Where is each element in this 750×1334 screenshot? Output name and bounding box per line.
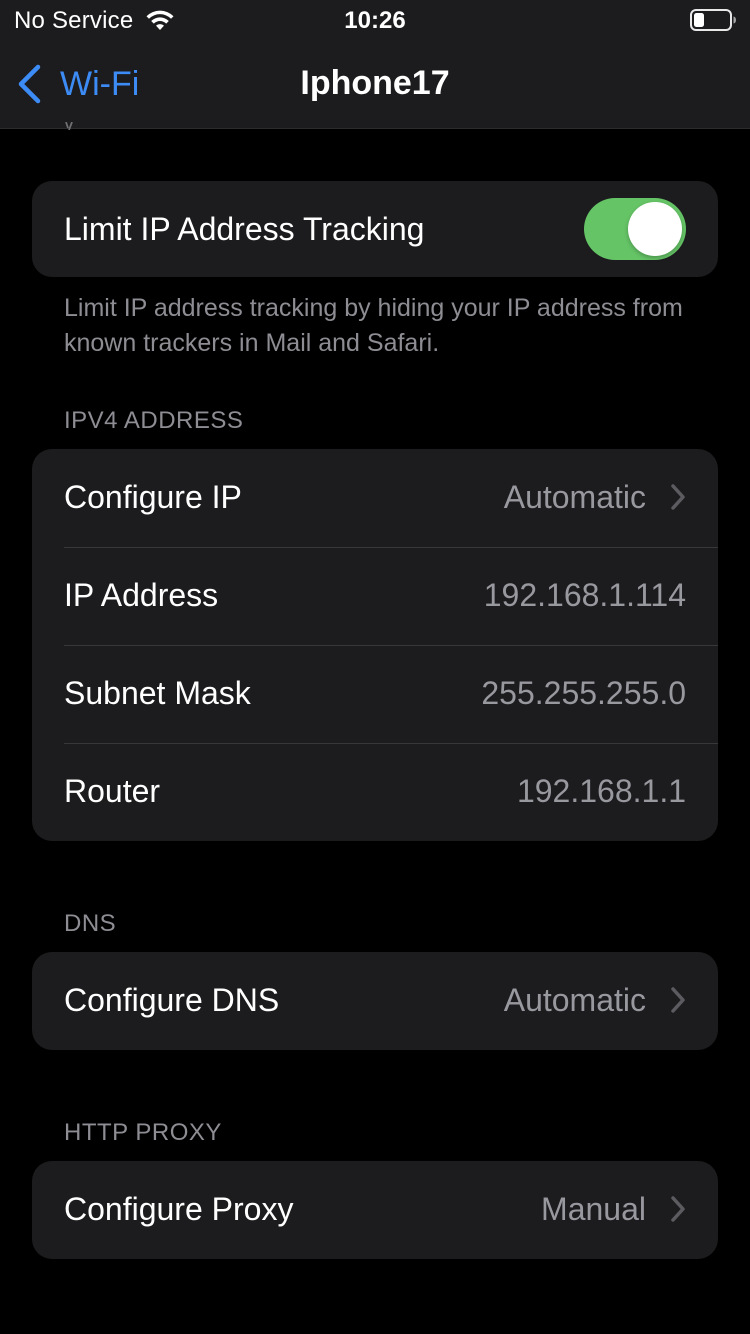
subnet-mask-value: 255.255.255.0 (481, 675, 686, 711)
limit-tracking-group: Limit IP Address Tracking (32, 181, 718, 277)
configure-dns-label: Configure DNS (64, 982, 280, 1018)
configure-dns-row[interactable]: Configure DNS Automatic (32, 952, 718, 1050)
configure-ip-row[interactable]: Configure IP Automatic (32, 449, 718, 547)
router-value: 192.168.1.1 (516, 773, 686, 809)
subnet-mask-label: Subnet Mask (64, 675, 251, 711)
configure-ip-value: Automatic (503, 479, 646, 515)
toggle-knob (628, 202, 682, 256)
ipv4-group: Configure IP Automatic IP Address 192.16… (32, 449, 718, 841)
ip-address-row: IP Address 192.168.1.114 (32, 547, 718, 645)
page-title: Iphone17 (300, 64, 450, 102)
battery-icon (690, 9, 736, 31)
limit-tracking-footer: Limit IP address tracking by hiding your… (64, 294, 683, 357)
configure-proxy-label: Configure Proxy (64, 1191, 294, 1227)
chevron-right-icon (671, 1196, 685, 1222)
router-label: Router (64, 773, 161, 809)
configure-ip-label: Configure IP (64, 479, 242, 515)
scrolled-text-remnant (65, 122, 73, 130)
dns-section-header: DNS (64, 910, 117, 937)
status-time: 10:26 (344, 7, 406, 34)
configure-dns-value: Automatic (503, 982, 646, 1018)
configure-proxy-row[interactable]: Configure Proxy Manual (32, 1161, 718, 1259)
http-proxy-group: Configure Proxy Manual (32, 1161, 718, 1259)
limit-tracking-toggle[interactable] (584, 198, 686, 260)
dns-group: Configure DNS Automatic (32, 952, 718, 1050)
http-proxy-section-header: HTTP PROXY (64, 1119, 222, 1146)
router-row: Router 192.168.1.1 (32, 743, 718, 841)
status-bar: No Service 10:26 (0, 0, 750, 42)
ipv4-section-header: IPV4 ADDRESS (64, 407, 244, 434)
limit-tracking-row[interactable]: Limit IP Address Tracking (32, 181, 718, 277)
ip-address-value: 192.168.1.114 (483, 577, 686, 613)
ip-address-label: IP Address (64, 577, 219, 613)
chevron-right-icon (671, 987, 685, 1013)
subnet-mask-row: Subnet Mask 255.255.255.0 (32, 645, 718, 743)
configure-proxy-value: Manual (541, 1191, 646, 1227)
navigation-bar: Wi-Fi Iphone17 (0, 42, 750, 129)
chevron-right-icon (671, 484, 685, 510)
limit-tracking-label: Limit IP Address Tracking (64, 211, 425, 247)
